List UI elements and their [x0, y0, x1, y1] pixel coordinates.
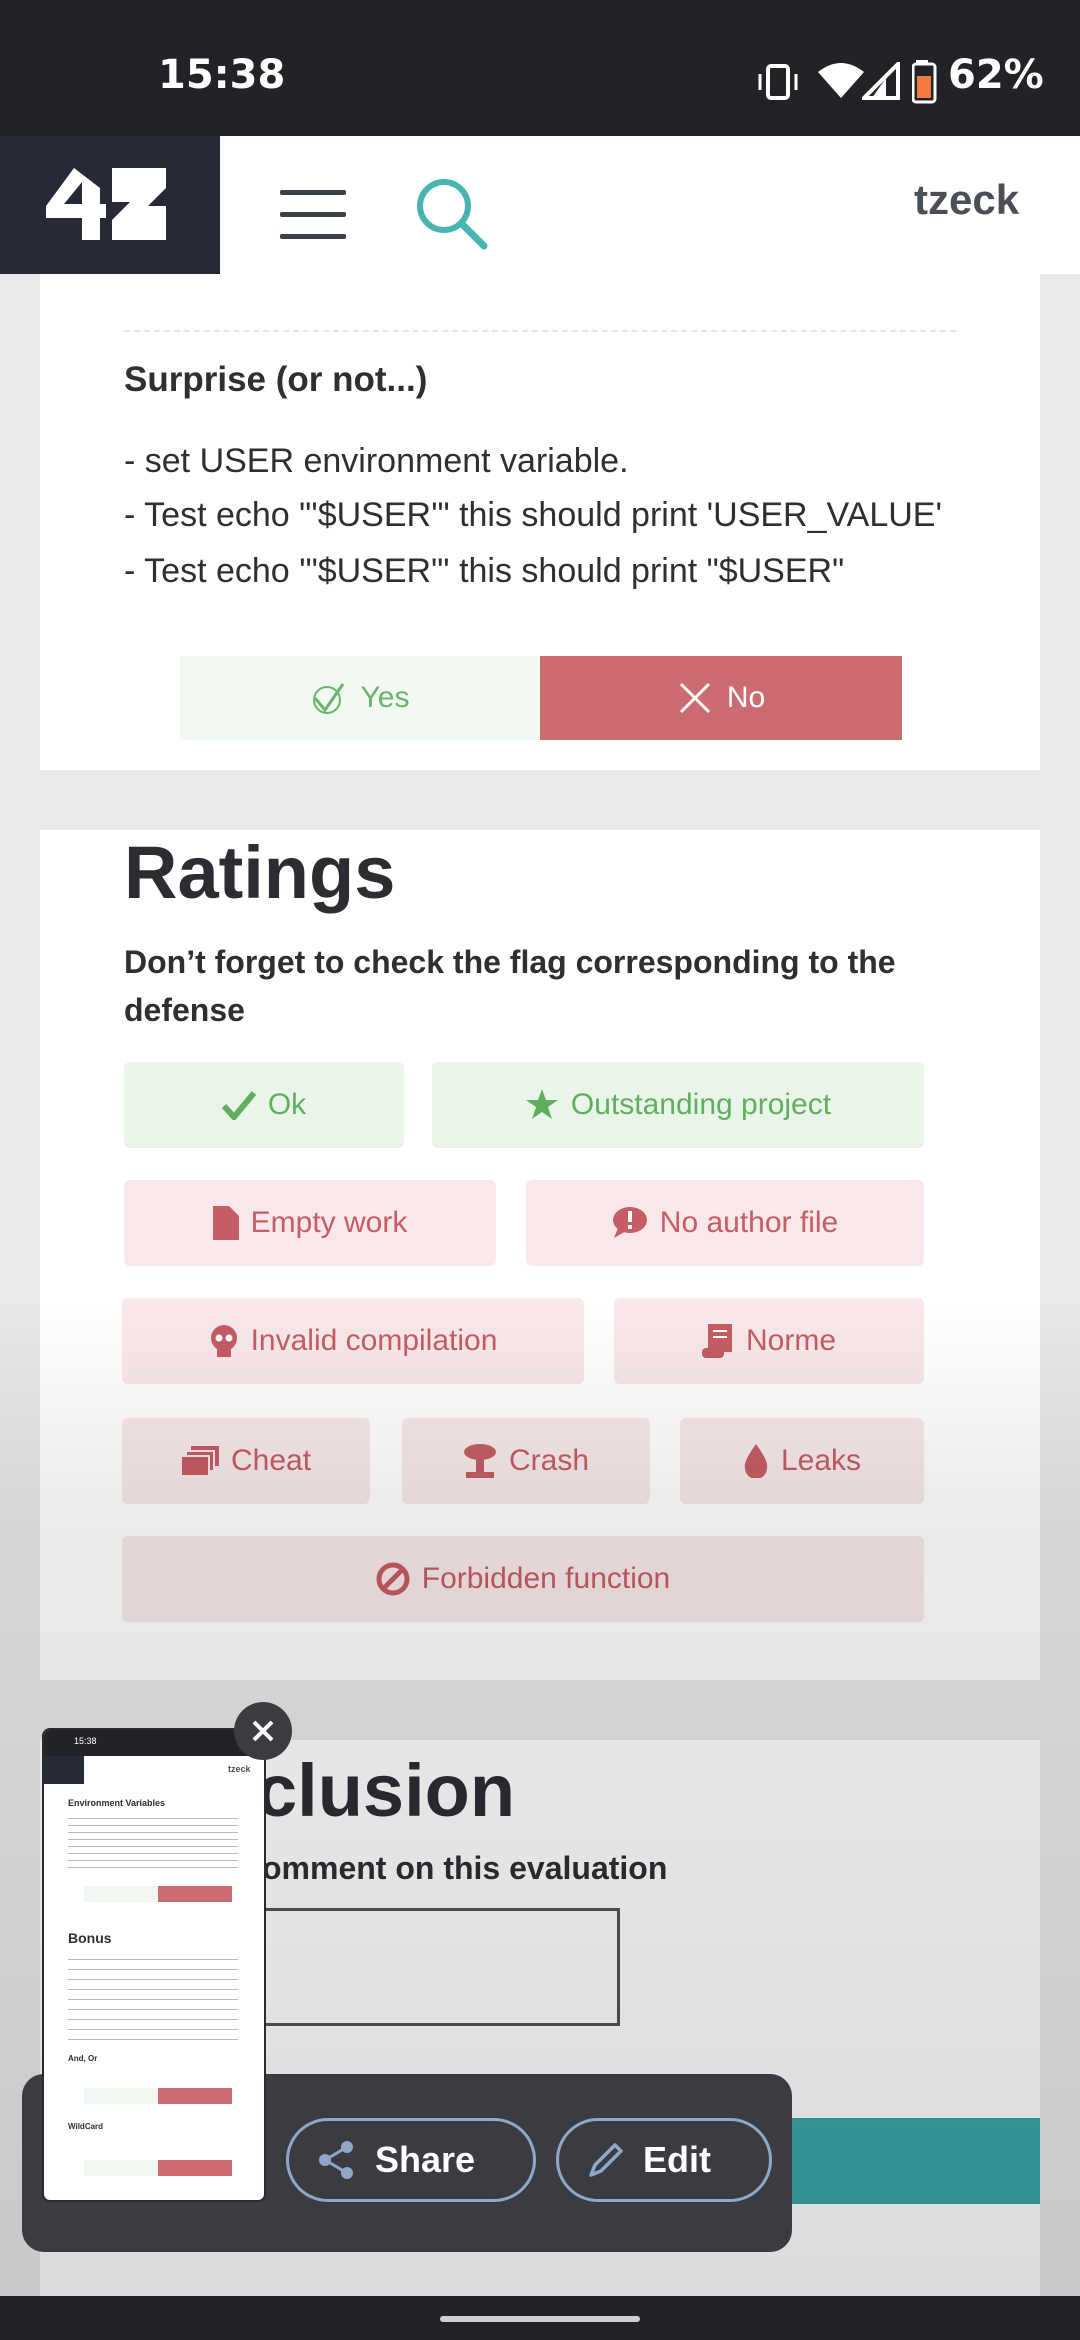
thumb-section: WildCard	[68, 2122, 104, 2131]
user-login[interactable]: tzeck	[914, 176, 1019, 224]
close-thumbnail-button[interactable]	[234, 1702, 292, 1760]
thumb-section: And, Or	[68, 2054, 98, 2063]
thumb-no	[158, 1886, 232, 1902]
logo-42-mark	[46, 168, 166, 240]
thumb-section: Environment Variables	[68, 1798, 166, 1808]
wifi-icon	[818, 63, 864, 98]
thumb-section: Bonus	[68, 1930, 112, 1946]
scroll-icon	[701, 1324, 732, 1358]
file-icon	[212, 1206, 239, 1240]
share-button[interactable]: Share	[286, 2118, 536, 2202]
yes-label: Yes	[360, 681, 410, 714]
flag-ok-button[interactable]: Ok	[124, 1062, 404, 1148]
question-line: - Test echo "'$USER'" this should print …	[124, 496, 942, 534]
menu-button[interactable]	[280, 190, 346, 242]
comment-textarea[interactable]	[220, 1908, 620, 2026]
flag-label: Forbidden function	[421, 1562, 671, 1595]
share-label: Share	[375, 2139, 476, 2180]
thumb-username: tzeck	[228, 1764, 251, 1774]
checkmark-icon	[221, 1091, 256, 1120]
speech-bubble-icon	[612, 1207, 647, 1238]
flag-leaks-button[interactable]: Leaks	[680, 1418, 924, 1504]
ratings-panel: Ratings Don’t forget to check the flag c…	[40, 830, 1040, 1680]
thumb-no	[158, 2160, 232, 2176]
x-icon	[679, 682, 710, 714]
question-panel: Surprise (or not...) - set USER environm…	[40, 274, 1040, 770]
no-button[interactable]: No	[540, 656, 902, 740]
share-icon	[319, 2141, 353, 2179]
conclusion-title: clusion	[256, 1749, 516, 1832]
flag-label: Norme	[745, 1324, 836, 1357]
search-icon[interactable]	[414, 176, 490, 252]
droplet-icon	[744, 1444, 768, 1478]
flag-label: Outstanding project	[570, 1088, 832, 1121]
flag-forbidden-function-button[interactable]: Forbidden function	[122, 1536, 924, 1622]
flag-label: Crash	[508, 1444, 590, 1477]
pencil-icon	[589, 2143, 623, 2177]
yes-button[interactable]: Yes	[180, 656, 540, 740]
skull-icon	[210, 1325, 237, 1357]
flag-cheat-button[interactable]: Cheat	[122, 1418, 370, 1504]
logo-42[interactable]	[0, 136, 220, 274]
explosion-icon	[463, 1444, 496, 1478]
ratings-title: Ratings	[124, 831, 396, 914]
question-line: - set USER environment variable.	[124, 442, 629, 480]
check-icon	[312, 683, 344, 714]
flag-outstanding-button[interactable]: Outstanding project	[432, 1062, 924, 1148]
flag-invalid-compilation-button[interactable]: Invalid compilation	[122, 1298, 584, 1384]
no-label: No	[726, 681, 766, 714]
copy-icon	[180, 1446, 219, 1476]
flag-label: No author file	[659, 1206, 839, 1239]
flag-label: Invalid compilation	[250, 1324, 498, 1357]
flag-norme-button[interactable]: Norme	[614, 1298, 924, 1384]
comment-prompt: omment on this evaluation	[262, 1850, 668, 1886]
home-gesture-handle[interactable]	[440, 2316, 640, 2322]
vibrate-icon	[758, 64, 798, 100]
edit-button[interactable]: Edit	[556, 2118, 772, 2202]
thumb-text-block	[68, 1950, 238, 2042]
ratings-instruction: Don’t forget to check the flag correspon…	[124, 944, 896, 1028]
prohibited-icon	[376, 1562, 410, 1596]
question-title: Surprise (or not...)	[124, 360, 428, 399]
thumb-text-block	[68, 1812, 238, 1872]
flag-empty-work-button[interactable]: Empty work	[124, 1180, 496, 1266]
status-time: 15:38	[158, 52, 286, 98]
thumb-yes	[84, 1886, 158, 1902]
flag-crash-button[interactable]: Crash	[402, 1418, 650, 1504]
signal-icon	[862, 62, 900, 100]
thumb-no	[158, 2088, 232, 2104]
edit-label: Edit	[643, 2139, 711, 2180]
battery-percent: 62%	[948, 52, 1044, 98]
question-line: - Test echo '"$USER"' this should print …	[124, 552, 845, 590]
flag-label: Leaks	[780, 1444, 862, 1477]
status-bar: 15:38 62%	[0, 0, 1080, 136]
thumb-logo	[44, 1756, 84, 1784]
screenshot-thumbnail[interactable]: 15:38 tzeck Environment Variables Bonus …	[44, 1730, 264, 2200]
thumb-time: 15:38	[74, 1736, 97, 1746]
divider	[124, 330, 956, 332]
flag-label: Empty work	[250, 1206, 408, 1239]
thumb-statusbar: 15:38	[44, 1730, 264, 1756]
flag-no-author-file-button[interactable]: No author file	[526, 1180, 924, 1266]
thumb-yes	[84, 2160, 158, 2176]
star-icon	[525, 1089, 558, 1119]
navigation-bar	[0, 2296, 1080, 2340]
thumb-yes	[84, 2088, 158, 2104]
battery-icon	[912, 60, 937, 104]
flag-label: Cheat	[230, 1444, 312, 1477]
close-icon	[252, 1720, 274, 1742]
flag-label: Ok	[267, 1088, 307, 1121]
